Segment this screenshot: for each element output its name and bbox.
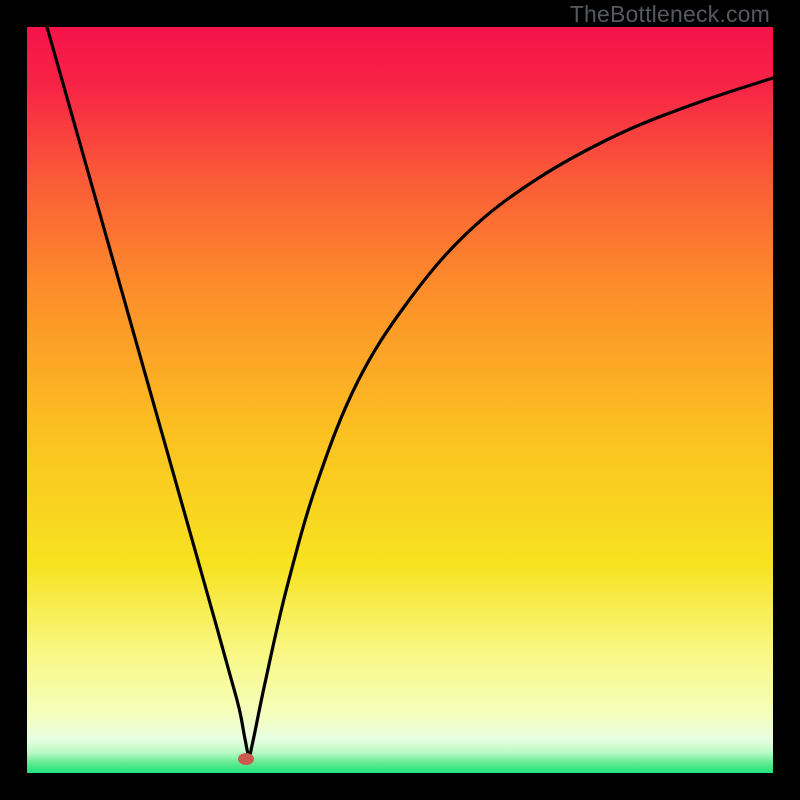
chart-svg xyxy=(27,27,773,773)
chart-area xyxy=(27,27,773,773)
attribution-text: TheBottleneck.com xyxy=(570,1,770,28)
bottleneck-curve xyxy=(47,27,773,755)
optimum-marker xyxy=(238,753,254,765)
